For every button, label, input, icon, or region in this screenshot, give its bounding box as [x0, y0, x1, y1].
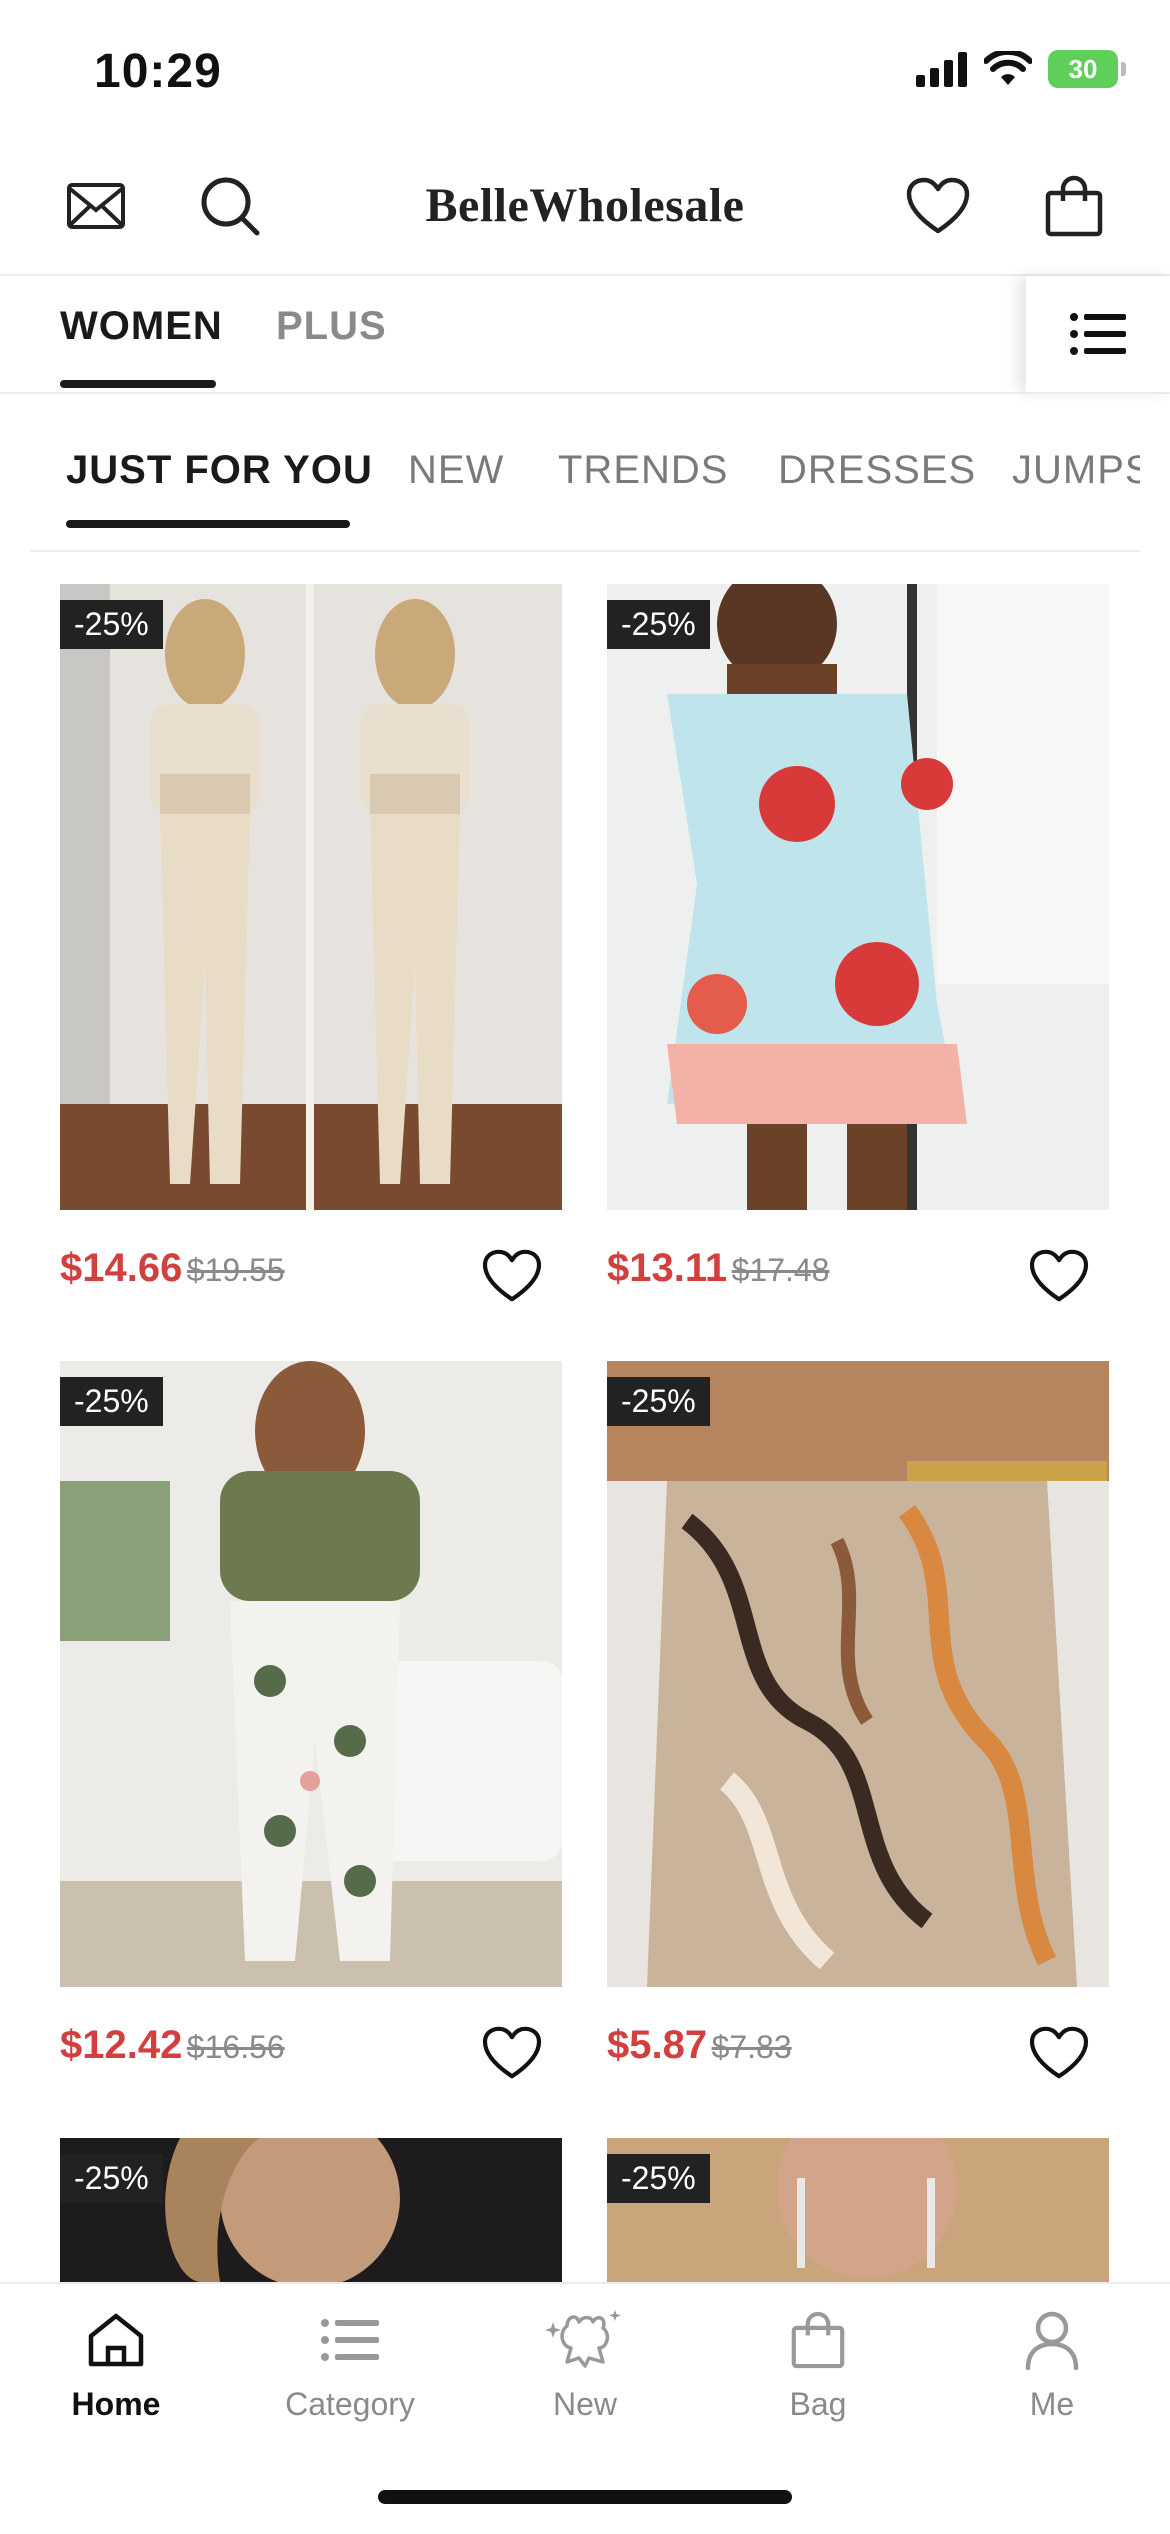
list-menu-icon [1070, 313, 1126, 355]
tab-women[interactable]: WOMEN [60, 304, 223, 349]
tabs-divider [0, 392, 1170, 394]
product-price-row: $12.42 $16.56 [60, 2023, 285, 2068]
tab-jumpsuits[interactable]: JUMPS [1012, 448, 1140, 493]
tab-new[interactable]: NEW [408, 448, 504, 493]
bag-icon [791, 2311, 845, 2369]
product-original-price: $7.83 [711, 2029, 792, 2065]
product-price: $14.66 [60, 1246, 183, 1290]
status-icons: 30 [916, 50, 1126, 88]
bag-icon[interactable] [1034, 166, 1114, 246]
product-image[interactable]: -25% [607, 584, 1109, 1210]
nav-category[interactable]: Category [265, 2300, 435, 2423]
list-icon [321, 2319, 379, 2361]
nav-bag[interactable]: Bag [733, 2300, 903, 2423]
product-price-row: $5.87 $7.83 [607, 2023, 792, 2068]
product-original-price: $17.48 [731, 1252, 830, 1288]
discount-badge: -25% [607, 2154, 710, 2203]
category-tab-indicator [66, 520, 350, 528]
tab-trends[interactable]: TRENDS [558, 448, 728, 493]
product-image[interactable]: -25% [607, 2138, 1109, 2282]
wifi-icon [984, 51, 1032, 85]
gender-tab-indicator [60, 380, 216, 388]
product-price-row: $13.11 $17.48 [607, 1246, 829, 1291]
wishlist-icon[interactable] [898, 166, 978, 246]
product-price-row: $14.66 $19.55 [60, 1246, 285, 1291]
discount-badge: -25% [60, 2154, 163, 2203]
person-icon [1025, 2311, 1079, 2370]
category-divider [30, 550, 1140, 552]
battery-level: 30 [1068, 53, 1098, 84]
product-original-price: $16.56 [186, 2029, 285, 2065]
product-image[interactable]: -25% [60, 1361, 562, 1987]
sparkle-bear-icon [545, 2310, 621, 2368]
product-image[interactable]: -25% [60, 2138, 562, 2282]
nav-new[interactable]: New [500, 2300, 670, 2423]
nav-bag-label: Bag [789, 2386, 847, 2422]
product-price: $5.87 [607, 2023, 708, 2067]
battery-icon: 30 [1048, 50, 1126, 88]
nav-me-label: Me [1029, 2386, 1075, 2422]
discount-badge: -25% [60, 1377, 163, 1426]
product-image[interactable]: -25% [607, 1361, 1109, 1987]
home-icon [88, 2313, 144, 2367]
nav-home[interactable]: Home [31, 2300, 201, 2423]
favorite-heart-icon[interactable] [1021, 2015, 1097, 2091]
product-price: $12.42 [60, 2023, 183, 2067]
header-divider [0, 274, 1170, 276]
product-price: $13.11 [607, 1246, 728, 1290]
tab-dresses[interactable]: DRESSES [778, 448, 976, 493]
product-image[interactable]: -25% [60, 584, 562, 1210]
nav-category-label: Category [285, 2386, 415, 2422]
nav-me[interactable]: Me [967, 2300, 1137, 2423]
status-time: 10:29 [94, 45, 222, 98]
product-original-price: $19.55 [186, 1252, 285, 1288]
favorite-heart-icon[interactable] [474, 1238, 550, 1314]
discount-badge: -25% [607, 600, 710, 649]
signal-icon [916, 52, 967, 87]
discount-badge: -25% [607, 1377, 710, 1426]
nav-home-label: Home [71, 2386, 161, 2422]
favorite-heart-icon[interactable] [474, 2015, 550, 2091]
home-indicator[interactable] [378, 2490, 792, 2504]
brand-logo[interactable]: BelleWholesale [0, 178, 1170, 233]
category-menu-button[interactable] [1026, 276, 1170, 392]
nav-new-label: New [552, 2386, 617, 2422]
category-tab-strip[interactable]: JUST FOR YOU NEW TRENDS DRESSES JUMPS [0, 420, 1140, 550]
favorite-heart-icon[interactable] [1021, 1238, 1097, 1314]
discount-badge: -25% [60, 600, 163, 649]
tab-just-for-you[interactable]: JUST FOR YOU [66, 448, 373, 493]
tab-plus[interactable]: PLUS [276, 304, 387, 349]
